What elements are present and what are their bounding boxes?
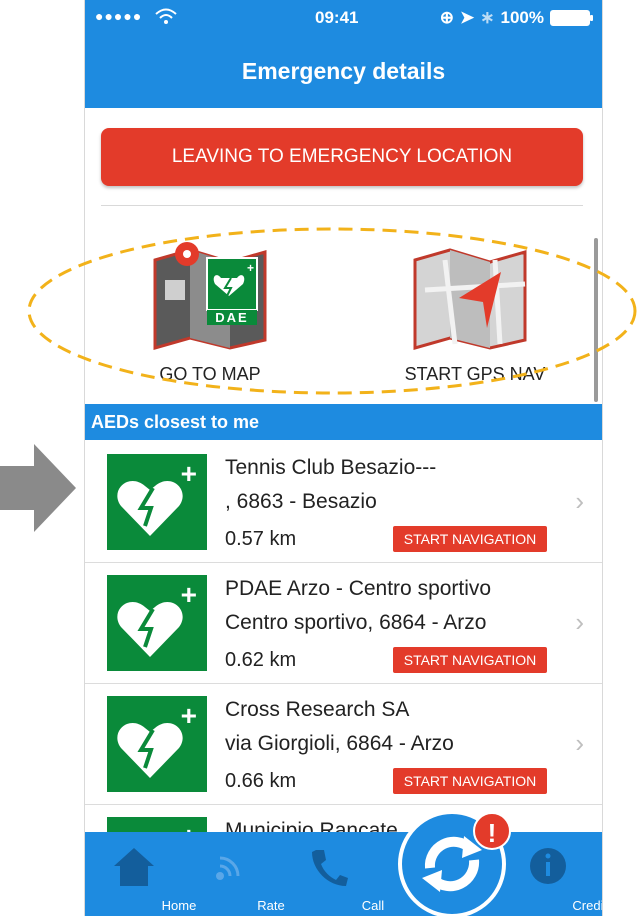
start-navigation-button[interactable]: START NAVIGATION xyxy=(393,647,547,673)
wifi-icon xyxy=(155,7,177,30)
aed-icon: + xyxy=(107,696,207,792)
clock-time: 09:41 xyxy=(315,8,359,27)
tab-credits[interactable]: Credits xyxy=(503,832,602,916)
tab-call[interactable]: Call xyxy=(283,832,384,916)
list-item[interactable]: + Cross Research SA via Giorgioli, 6864 … xyxy=(85,684,602,805)
list-item[interactable]: + Tennis Club Besazio--- , 6863 - Besazi… xyxy=(85,442,602,563)
list-item[interactable]: + PDAE Arzo - Centro sportivo Centro spo… xyxy=(85,563,602,684)
battery-percent: 100% xyxy=(500,8,544,27)
aed-address: , 6863 - Besazio xyxy=(225,490,377,513)
aed-icon: + xyxy=(107,454,207,550)
highlight-oval xyxy=(27,227,637,395)
aed-address: Centro sportivo, 6864 - Arzo xyxy=(225,611,487,634)
location-icon: ➤ xyxy=(460,8,475,27)
start-navigation-button[interactable]: START NAVIGATION xyxy=(393,768,547,794)
tab-bar: Home Rate Call Credits xyxy=(85,832,602,916)
tab-label: Credits xyxy=(572,898,603,913)
broadcast-icon xyxy=(216,856,240,880)
bluetooth-icon: ∗ xyxy=(480,8,495,27)
section-title: AEDs closest to me xyxy=(91,412,260,432)
aed-distance: 0.66 km xyxy=(225,770,297,792)
phone-screen: ●●●●● 09:41 ⊕ ➤ ∗ 100% Emergency details… xyxy=(84,0,603,916)
aed-icon: + xyxy=(107,575,207,671)
info-icon xyxy=(530,848,566,884)
leaving-to-emergency-button[interactable]: LEAVING TO EMERGENCY LOCATION xyxy=(101,128,583,186)
home-icon xyxy=(114,848,154,886)
page-title: Emergency details xyxy=(241,58,446,84)
aed-name: PDAE Arzo - Centro sportivo xyxy=(225,577,492,600)
status-right: ⊕ ➤ ∗ 100% xyxy=(439,8,593,28)
chevron-right-icon: › xyxy=(575,728,584,758)
battery-icon xyxy=(550,10,593,26)
section-header: AEDs closest to me xyxy=(85,404,602,440)
divider xyxy=(101,205,583,206)
aed-name: Tennis Club Besazio--- xyxy=(225,456,437,479)
chevron-right-icon: › xyxy=(575,607,584,637)
alert-badge: ! xyxy=(473,812,511,850)
annotation-arrow-icon xyxy=(0,444,76,532)
app-header: ●●●●● 09:41 ⊕ ➤ ∗ 100% Emergency details xyxy=(85,0,602,108)
tab-rate[interactable]: Rate xyxy=(181,832,285,916)
tab-home[interactable]: Home xyxy=(89,832,196,916)
chevron-right-icon: › xyxy=(575,486,584,516)
aed-distance: 0.62 km xyxy=(225,649,297,671)
rotation-lock-icon: ⊕ xyxy=(439,8,455,27)
aed-name: Cross Research SA xyxy=(225,698,410,721)
start-navigation-button[interactable]: START NAVIGATION xyxy=(393,526,547,552)
phone-icon xyxy=(312,850,348,886)
signal-strength-icon: ●●●●● xyxy=(95,8,143,24)
aed-distance: 0.57 km xyxy=(225,528,297,550)
status-bar: ●●●●● 09:41 ⊕ ➤ ∗ 100% xyxy=(85,8,602,34)
aed-address: via Giorgioli, 6864 - Arzo xyxy=(225,732,454,755)
